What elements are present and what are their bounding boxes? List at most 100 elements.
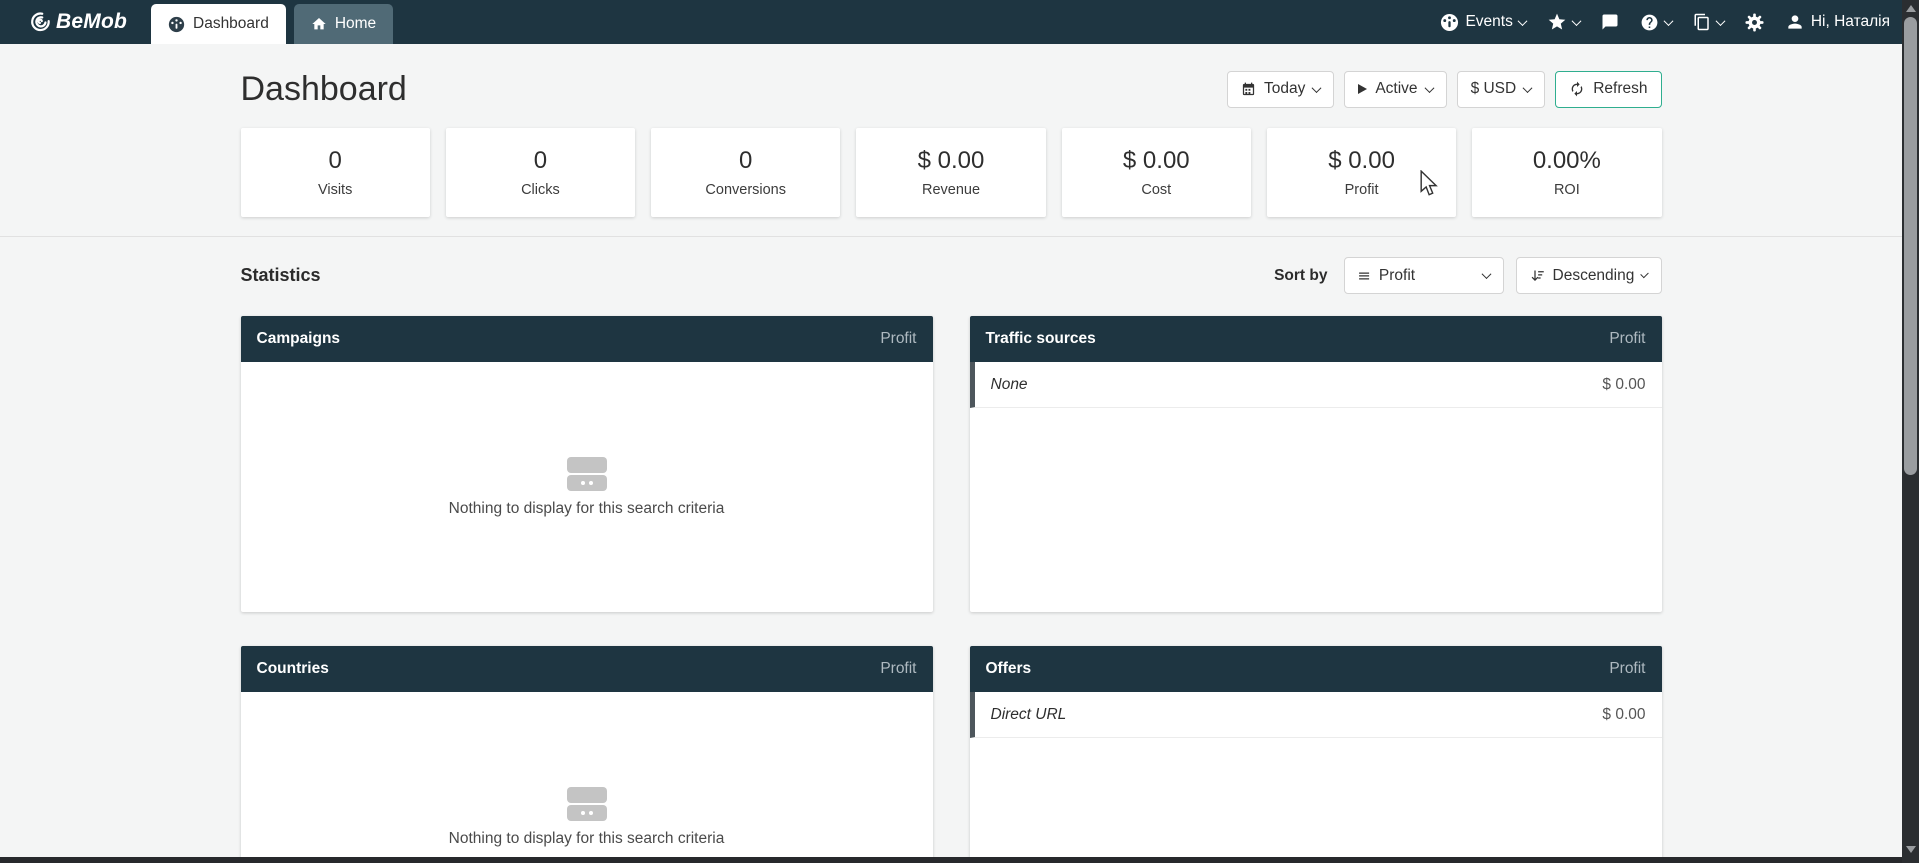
favorites-menu[interactable] — [1547, 12, 1580, 32]
stat-card-profit: $ 0.00 Profit — [1267, 128, 1456, 217]
stat-value: 0.00% — [1533, 147, 1601, 175]
status-filter-label: Active — [1375, 80, 1417, 98]
events-menu[interactable]: Events — [1440, 13, 1525, 32]
tab-home-label: Home — [335, 15, 376, 33]
date-range-dropdown[interactable]: Today — [1227, 71, 1334, 108]
stat-label: Profit — [1345, 182, 1379, 198]
empty-data-icon — [567, 787, 607, 821]
panel-title: Traffic sources — [986, 330, 1096, 348]
sort-order-dropdown[interactable]: Descending — [1516, 257, 1662, 294]
currency-label: $ USD — [1471, 80, 1517, 98]
stat-card-revenue: $ 0.00 Revenue — [856, 128, 1045, 217]
tab-dashboard[interactable]: Dashboard — [151, 4, 286, 44]
chevron-down-icon — [1424, 83, 1434, 93]
refresh-label: Refresh — [1593, 80, 1647, 98]
stat-card-conversions: 0 Conversions — [651, 128, 840, 217]
empty-state-text: Nothing to display for this search crite… — [449, 830, 725, 848]
help-menu[interactable] — [1640, 13, 1672, 32]
feedback-button[interactable] — [1601, 13, 1619, 31]
panel-traffic-sources: Traffic sources Profit None $ 0.00 — [970, 316, 1662, 612]
chevron-down-icon — [1715, 16, 1725, 26]
row-value: $ 0.00 — [1602, 706, 1645, 724]
stat-value: 0 — [739, 147, 752, 175]
panel-title: Offers — [986, 660, 1032, 678]
stat-label: Clicks — [521, 182, 560, 198]
table-row[interactable]: Direct URL $ 0.00 — [970, 692, 1662, 738]
panel-campaigns: Campaigns Profit Nothing to display for … — [241, 316, 933, 612]
status-filter-dropdown[interactable]: Active — [1344, 71, 1446, 108]
play-icon — [1358, 84, 1367, 94]
panel-countries: Countries Profit Nothing to display for … — [241, 646, 933, 863]
panel-metric: Profit — [880, 330, 916, 348]
settings-button[interactable] — [1745, 13, 1764, 32]
panel-offers-body: Direct URL $ 0.00 — [970, 692, 1662, 863]
panel-metric: Profit — [880, 660, 916, 678]
empty-state: Nothing to display for this search crite… — [241, 362, 933, 612]
user-menu[interactable]: Hi, Наталія — [1785, 12, 1890, 32]
statistics-heading: Statistics — [241, 265, 321, 286]
empty-data-icon — [567, 457, 607, 491]
home-icon — [311, 16, 327, 32]
top-navbar: BeMob Dashboard Home — [0, 0, 1902, 44]
panel-title: Campaigns — [257, 330, 341, 348]
refresh-button[interactable]: Refresh — [1555, 71, 1661, 108]
refresh-icon — [1569, 81, 1585, 97]
stat-label: Revenue — [922, 182, 980, 198]
currency-dropdown[interactable]: $ USD — [1457, 71, 1546, 108]
panel-offers: Offers Profit Direct URL $ 0.00 — [970, 646, 1662, 863]
scroll-down-arrow[interactable] — [1902, 841, 1919, 857]
statistics-panels: Campaigns Profit Nothing to display for … — [241, 316, 1662, 863]
copy-icon — [1693, 13, 1711, 31]
vertical-scrollbar[interactable] — [1902, 0, 1919, 863]
stat-label: Visits — [318, 182, 352, 198]
main-content: Dashboard Today Active $ USD — [0, 70, 1902, 863]
stat-value: $ 0.00 — [1328, 147, 1395, 175]
chevron-down-icon — [1571, 16, 1581, 26]
panel-countries-header: Countries Profit — [241, 646, 933, 692]
bemob-logo[interactable]: BeMob — [28, 0, 127, 44]
sort-field-value: Profit — [1379, 267, 1415, 285]
row-name: Direct URL — [991, 706, 1067, 724]
panel-campaigns-body: Nothing to display for this search crite… — [241, 362, 933, 612]
chevron-down-icon — [1523, 83, 1533, 93]
clone-menu[interactable] — [1693, 13, 1724, 31]
stat-card-visits: 0 Visits — [241, 128, 430, 217]
date-range-label: Today — [1264, 80, 1305, 98]
panel-countries-body: Nothing to display for this search crite… — [241, 692, 933, 863]
scrollbar-thumb[interactable] — [1904, 17, 1917, 475]
stat-card-cost: $ 0.00 Cost — [1062, 128, 1251, 217]
empty-state: Nothing to display for this search crite… — [241, 692, 933, 863]
sort-controls: Sort by ≡ Profit — [1274, 257, 1661, 294]
navbar-actions: Events — [1440, 0, 1902, 44]
sort-descending-icon — [1530, 268, 1545, 283]
user-greeting: Hi, Наталія — [1811, 13, 1890, 31]
tab-home[interactable]: Home — [294, 4, 393, 44]
chevron-down-icon — [1517, 16, 1527, 26]
help-icon — [1640, 13, 1659, 32]
page-title: Dashboard — [241, 70, 407, 109]
events-label: Events — [1465, 13, 1512, 31]
empty-state-text: Nothing to display for this search crite… — [449, 500, 725, 518]
star-icon — [1547, 12, 1567, 32]
panel-metric: Profit — [1609, 330, 1645, 348]
stat-label: Cost — [1141, 182, 1171, 198]
chat-icon — [1601, 13, 1619, 31]
scroll-up-arrow[interactable] — [1902, 0, 1919, 16]
panel-title: Countries — [257, 660, 329, 678]
chevron-down-icon — [1481, 269, 1491, 279]
stat-value: 0 — [328, 147, 341, 175]
stat-label: Conversions — [705, 182, 786, 198]
stat-label: ROI — [1554, 182, 1580, 198]
chevron-down-icon — [1641, 270, 1650, 279]
list-lines-icon: ≡ — [1358, 268, 1371, 284]
panel-traffic-sources-body: None $ 0.00 — [970, 362, 1662, 612]
stat-value: 0 — [534, 147, 547, 175]
horizontal-scrollbar[interactable] — [0, 857, 1902, 863]
sort-field-dropdown[interactable]: ≡ Profit — [1344, 257, 1504, 294]
stat-value: $ 0.00 — [1123, 147, 1190, 175]
panel-traffic-sources-header: Traffic sources Profit — [970, 316, 1662, 362]
table-row[interactable]: None $ 0.00 — [970, 362, 1662, 408]
chevron-down-icon — [1312, 83, 1322, 93]
panel-campaigns-header: Campaigns Profit — [241, 316, 933, 362]
stat-card-roi: 0.00% ROI — [1472, 128, 1661, 217]
